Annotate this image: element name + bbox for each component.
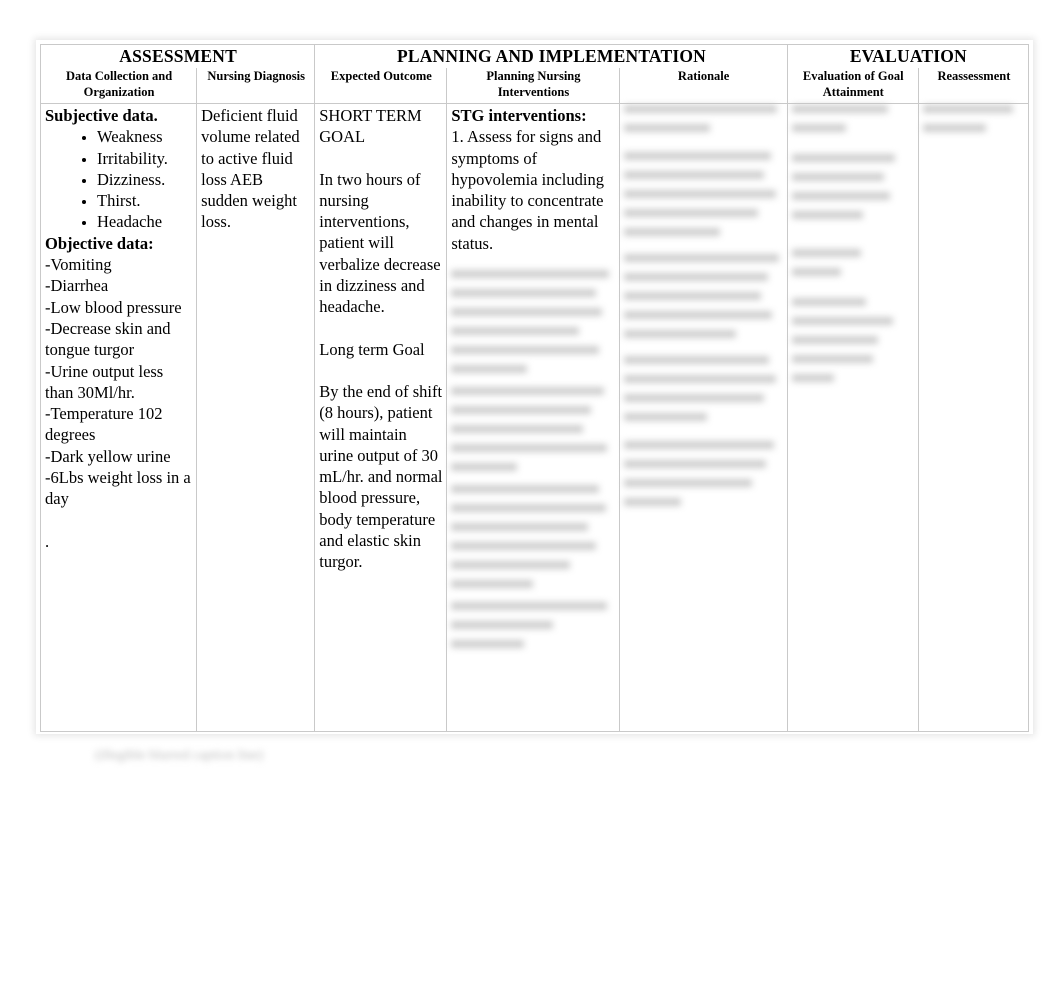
objective-line: -6Lbs weight loss in a day bbox=[45, 468, 191, 509]
list-item: Dizziness. bbox=[97, 169, 193, 190]
cell-planning-nursing-interventions: STG interventions: 1. Assess for signs a… bbox=[446, 103, 620, 732]
blurred-evaluation-item bbox=[791, 154, 915, 219]
long-term-goal-text: By the end of shift (8 hours), patient w… bbox=[319, 381, 443, 572]
cell-nursing-diagnosis: Deficient fluid volume related to active… bbox=[196, 103, 316, 732]
short-term-goal-text: In two hours of nursing interventions, p… bbox=[319, 169, 441, 317]
blurred-rationale-item bbox=[623, 152, 784, 236]
blurred-rationale-item bbox=[623, 254, 784, 338]
list-item: Thirst. bbox=[97, 190, 193, 211]
objective-line: -Urine output less than 30Ml/hr. bbox=[45, 361, 164, 402]
list-item: Weakness bbox=[97, 126, 193, 147]
objective-data-heading: Objective data: bbox=[45, 233, 154, 253]
objective-line: -Temperature 102 degrees bbox=[45, 404, 163, 445]
column-header-reassessment: Reassessment bbox=[917, 68, 1030, 104]
care-plan-body-row: Subjective data. Weakness Irritability. … bbox=[39, 103, 1030, 732]
blurred-intervention-item bbox=[451, 602, 615, 649]
objective-line: -Diarrhea bbox=[45, 276, 109, 296]
trailing-period: . bbox=[45, 531, 50, 551]
cell-reassessment bbox=[917, 103, 1030, 732]
column-header-planning-nursing-interventions: Planning Nursing Interventions bbox=[446, 68, 620, 104]
list-item: Headache bbox=[97, 211, 193, 232]
blurred-evaluation-item bbox=[791, 249, 915, 276]
blurred-reassessment-item bbox=[922, 105, 1025, 132]
blurred-intervention-item bbox=[451, 387, 615, 472]
subjective-data-bullets: Weakness Irritability. Dizziness. Thirst… bbox=[45, 126, 193, 232]
list-item: Irritability. bbox=[97, 148, 193, 169]
blurred-intervention-item bbox=[451, 270, 615, 374]
blurred-reassessment-block bbox=[922, 105, 1025, 132]
care-plan-table: ASSESSMENT PLANNING AND IMPLEMENTATION E… bbox=[39, 44, 1030, 732]
subjective-data-heading: Subjective data. bbox=[45, 106, 158, 125]
nursing-diagnosis-text: Deficient fluid volume related to active… bbox=[201, 106, 300, 232]
objective-line: -Vomiting bbox=[45, 255, 112, 275]
group-header-planning-and-implementation: PLANNING AND IMPLEMENTATION bbox=[314, 44, 788, 68]
blurred-rationale-item bbox=[623, 441, 784, 506]
long-term-goal-label: Long term Goal bbox=[319, 339, 425, 359]
blurred-rationale-item bbox=[623, 105, 784, 132]
blurred-intervention-item bbox=[451, 485, 615, 589]
cell-rationale bbox=[618, 103, 788, 732]
stg-interventions-heading: STG interventions: bbox=[451, 106, 587, 125]
blurred-evaluation-block bbox=[791, 105, 915, 382]
group-header-evaluation: EVALUATION bbox=[786, 44, 1030, 68]
intervention-item-1: 1. Assess for signs and symptoms of hypo… bbox=[451, 127, 604, 253]
column-header-expected-outcome: Expected Outcome bbox=[314, 68, 448, 104]
group-header-row: ASSESSMENT PLANNING AND IMPLEMENTATION E… bbox=[39, 44, 1030, 68]
blurred-rationale-item bbox=[623, 356, 784, 421]
objective-line: -Decrease skin and tongue turgor bbox=[45, 318, 171, 360]
document-page: ASSESSMENT PLANNING AND IMPLEMENTATION E… bbox=[0, 0, 1062, 1001]
cell-evaluation-of-goal-attainment bbox=[786, 103, 919, 732]
column-header-evaluation-of-goal-attainment: Evaluation of Goal Attainment bbox=[786, 68, 919, 104]
group-header-assessment: ASSESSMENT bbox=[39, 44, 316, 68]
blurred-interventions-block bbox=[451, 270, 615, 649]
document-caption: (illegible blurred caption line) bbox=[95, 748, 264, 763]
blurred-evaluation-item bbox=[791, 105, 915, 132]
objective-line: -Dark yellow urine bbox=[45, 446, 171, 466]
cell-expected-outcome: SHORT TERM GOAL In two hours of nursing … bbox=[314, 103, 448, 732]
column-header-rationale: Rationale bbox=[618, 68, 788, 104]
column-header-data-collection: Data Collection and Organization bbox=[39, 68, 198, 104]
objective-line: -Low blood pressure bbox=[45, 297, 182, 317]
cell-data-collection: Subjective data. Weakness Irritability. … bbox=[39, 103, 198, 732]
column-header-nursing-diagnosis: Nursing Diagnosis bbox=[196, 68, 316, 104]
blurred-rationale-block bbox=[623, 105, 784, 506]
short-term-goal-label: SHORT TERM GOAL bbox=[319, 106, 422, 147]
blurred-evaluation-item bbox=[791, 298, 915, 382]
column-header-row: Data Collection and Organization Nursing… bbox=[39, 68, 1030, 104]
care-plan-table-wrapper: ASSESSMENT PLANNING AND IMPLEMENTATION E… bbox=[39, 44, 1030, 732]
